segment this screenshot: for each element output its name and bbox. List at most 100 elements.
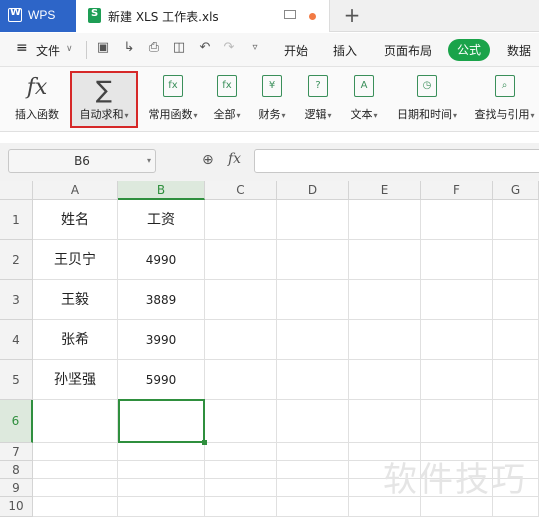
cell-d8[interactable] xyxy=(277,461,349,479)
row-header-1[interactable]: 1 xyxy=(0,200,33,240)
hamburger-menu-icon[interactable]: ≡ xyxy=(16,40,28,56)
cell-a9[interactable] xyxy=(33,479,118,497)
cell-g5[interactable] xyxy=(493,360,539,400)
cell-f5[interactable] xyxy=(421,360,493,400)
cell-d4[interactable] xyxy=(277,320,349,360)
formula-input[interactable] xyxy=(254,149,539,173)
customize-toolbar-icon[interactable]: ▿ xyxy=(248,41,262,55)
cell-b4[interactable]: 3990 xyxy=(118,320,205,360)
column-header-f[interactable]: F xyxy=(421,181,493,200)
lookup-functions-button[interactable]: ⌕ 查找与引用▾ xyxy=(470,67,539,128)
cell-c7[interactable] xyxy=(205,443,277,461)
select-all-corner[interactable] xyxy=(0,181,33,200)
cell-b5[interactable]: 5990 xyxy=(118,360,205,400)
row-header-3[interactable]: 3 xyxy=(0,280,33,320)
cell-c3[interactable] xyxy=(205,280,277,320)
tab-formula[interactable]: 公式 xyxy=(448,39,490,61)
tab-data[interactable]: 数据 xyxy=(507,42,531,59)
undo-icon[interactable]: ↶ xyxy=(198,41,212,55)
row-header-8[interactable]: 8 xyxy=(0,461,33,479)
cell-e1[interactable] xyxy=(349,200,421,240)
cell-e5[interactable] xyxy=(349,360,421,400)
row-header-2[interactable]: 2 xyxy=(0,240,33,280)
cell-e3[interactable] xyxy=(349,280,421,320)
cell-g2[interactable] xyxy=(493,240,539,280)
cell-f1[interactable] xyxy=(421,200,493,240)
cell-g3[interactable] xyxy=(493,280,539,320)
cell-d10[interactable] xyxy=(277,497,349,517)
row-header-10[interactable]: 10 xyxy=(0,497,33,517)
cell-a7[interactable] xyxy=(33,443,118,461)
column-header-c[interactable]: C xyxy=(205,181,277,200)
print-icon[interactable]: ⎙ xyxy=(147,41,161,55)
row-header-7[interactable]: 7 xyxy=(0,443,33,461)
cell-d6[interactable] xyxy=(277,400,349,443)
insert-function-button[interactable]: fx 插入函数 xyxy=(8,67,66,128)
cell-d5[interactable] xyxy=(277,360,349,400)
cell-e4[interactable] xyxy=(349,320,421,360)
cell-a1[interactable]: 姓名 xyxy=(33,200,118,240)
cell-f4[interactable] xyxy=(421,320,493,360)
cell-c8[interactable] xyxy=(205,461,277,479)
tab-insert[interactable]: 插入 xyxy=(333,42,357,59)
cell-b3[interactable]: 3889 xyxy=(118,280,205,320)
save-icon[interactable]: ▣ xyxy=(96,41,110,55)
row-header-6[interactable]: 6 xyxy=(0,400,33,443)
datetime-functions-button[interactable]: ◷ 日期和时间▾ xyxy=(390,67,464,128)
export-icon[interactable]: ↳ xyxy=(122,41,136,55)
selected-cell-b6[interactable] xyxy=(118,399,207,445)
cell-a8[interactable] xyxy=(33,461,118,479)
cell-c1[interactable] xyxy=(205,200,277,240)
all-functions-button[interactable]: fx 全部▾ xyxy=(208,67,246,128)
row-header-5[interactable]: 5 xyxy=(0,360,33,400)
cell-d1[interactable] xyxy=(277,200,349,240)
formula-fx-icon[interactable]: fx xyxy=(228,151,248,169)
cell-a6[interactable] xyxy=(33,400,118,443)
file-menu-chevron-down-icon[interactable]: ∨ xyxy=(66,44,73,54)
wps-home-tab[interactable]: WPS xyxy=(0,0,76,32)
cell-d7[interactable] xyxy=(277,443,349,461)
cell-f6[interactable] xyxy=(421,400,493,443)
cell-f2[interactable] xyxy=(421,240,493,280)
cell-g1[interactable] xyxy=(493,200,539,240)
zoom-magnifier-icon[interactable]: ⊕ xyxy=(202,152,218,168)
cell-b7[interactable] xyxy=(118,443,205,461)
tab-page-layout[interactable]: 页面布局 xyxy=(384,42,432,59)
cell-a10[interactable] xyxy=(33,497,118,517)
name-box[interactable]: B6 ▾ xyxy=(8,149,156,173)
cell-a4[interactable]: 张希 xyxy=(33,320,118,360)
common-functions-button[interactable]: fx 常用函数▾ xyxy=(142,67,204,128)
redo-icon[interactable]: ↷ xyxy=(222,41,236,55)
text-functions-button[interactable]: A 文本▾ xyxy=(344,67,384,128)
cell-b1[interactable]: 工资 xyxy=(118,200,205,240)
cell-f3[interactable] xyxy=(421,280,493,320)
cell-d9[interactable] xyxy=(277,479,349,497)
cell-c2[interactable] xyxy=(205,240,277,280)
file-menu[interactable]: 文件 xyxy=(36,42,60,59)
autosum-button[interactable]: ∑ 自动求和▾ xyxy=(70,71,138,128)
cell-c9[interactable] xyxy=(205,479,277,497)
name-box-chevron-down-icon[interactable]: ▾ xyxy=(147,150,151,172)
new-tab-button[interactable]: + xyxy=(342,4,362,26)
cell-a2[interactable]: 王贝宁 xyxy=(33,240,118,280)
cell-g6[interactable] xyxy=(493,400,539,443)
row-header-9[interactable]: 9 xyxy=(0,479,33,497)
cell-b2[interactable]: 4990 xyxy=(118,240,205,280)
cell-a5[interactable]: 孙坚强 xyxy=(33,360,118,400)
cell-g4[interactable] xyxy=(493,320,539,360)
document-tab[interactable]: 新建 XLS 工作表.xls xyxy=(76,0,330,32)
cell-b9[interactable] xyxy=(118,479,205,497)
row-header-4[interactable]: 4 xyxy=(0,320,33,360)
tab-home[interactable]: 开始 xyxy=(284,42,308,59)
cell-d3[interactable] xyxy=(277,280,349,320)
cell-c6[interactable] xyxy=(205,400,277,443)
cell-c4[interactable] xyxy=(205,320,277,360)
column-header-g[interactable]: G xyxy=(493,181,539,200)
cell-c5[interactable] xyxy=(205,360,277,400)
column-header-a[interactable]: A xyxy=(33,181,118,200)
cell-e2[interactable] xyxy=(349,240,421,280)
column-header-d[interactable]: D xyxy=(277,181,349,200)
logic-functions-button[interactable]: ? 逻辑▾ xyxy=(298,67,338,128)
finance-functions-button[interactable]: ¥ 财务▾ xyxy=(252,67,292,128)
cell-d2[interactable] xyxy=(277,240,349,280)
